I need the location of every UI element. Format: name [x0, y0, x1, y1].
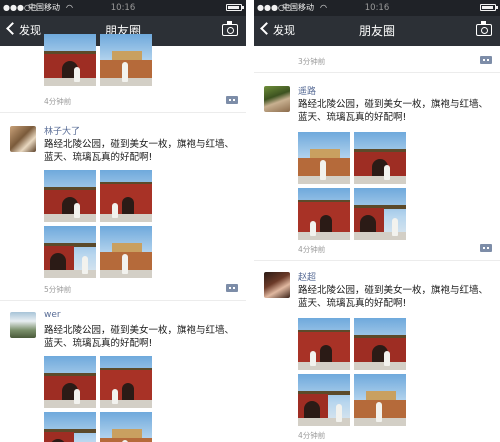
post-photo[interactable]	[354, 188, 406, 240]
post-photo[interactable]	[44, 34, 96, 86]
comment-icon[interactable]	[226, 284, 238, 292]
status-bar: ●●●○○ 中国移动 ◠ 10:16	[0, 0, 246, 16]
post-photo[interactable]	[298, 188, 350, 240]
camera-icon[interactable]	[476, 21, 492, 36]
post-photo[interactable]	[44, 412, 96, 442]
moments-feed[interactable]: 3分钟前 遥路 路经北陵公园，碰到美女一枚，旗袍与红墙、蓝天、琉璃瓦真的好配啊!…	[254, 46, 500, 442]
post-photo[interactable]	[44, 356, 96, 408]
post-time: 5分钟前	[44, 285, 72, 294]
post-text: 路经北陵公园，碰到美女一枚，旗袍与红墙、蓝天、琉璃瓦真的好配啊!	[298, 285, 489, 309]
nav-bar: 发现 朋友圈	[254, 16, 500, 46]
divider	[0, 300, 246, 301]
clock: 10:16	[364, 3, 390, 13]
clock: 10:16	[110, 3, 136, 13]
post-photo[interactable]	[298, 132, 350, 184]
avatar[interactable]	[10, 126, 36, 152]
post-time: 4分钟前	[298, 245, 326, 254]
post-author[interactable]: 林子大了	[44, 124, 80, 137]
avatar[interactable]	[10, 312, 36, 338]
left-phone-screen: ●●●○○ 中国移动 ◠ 10:16 发现 朋友圈 4分钟前 林子大了 路经北陵…	[0, 0, 246, 442]
avatar[interactable]	[264, 86, 290, 112]
post-author[interactable]: 赵超	[298, 270, 316, 283]
battery-icon	[226, 4, 244, 11]
post-photo[interactable]	[298, 374, 350, 426]
post-photo[interactable]	[100, 356, 152, 408]
post-time: 3分钟前	[298, 57, 326, 66]
divider	[0, 112, 246, 113]
divider	[254, 72, 500, 73]
post-text: 路经北陵公园，碰到美女一枚，旗袍与红墙、蓝天、琉璃瓦真的好配啊!	[44, 139, 235, 163]
post-text: 路经北陵公园，碰到美女一枚，旗袍与红墙、蓝天、琉璃瓦真的好配啊!	[44, 325, 235, 349]
moments-feed[interactable]: 4分钟前 林子大了 路经北陵公园，碰到美女一枚，旗袍与红墙、蓝天、琉璃瓦真的好配…	[0, 34, 246, 442]
camera-icon[interactable]	[222, 21, 238, 36]
divider	[254, 260, 500, 261]
post-photo[interactable]	[354, 318, 406, 370]
comment-icon[interactable]	[226, 96, 238, 104]
post-photo[interactable]	[100, 226, 152, 278]
comment-icon[interactable]	[480, 244, 492, 252]
post-photo[interactable]	[100, 412, 152, 442]
post-photo[interactable]	[354, 132, 406, 184]
screen-divider	[246, 0, 254, 442]
post-author[interactable]: wer	[44, 310, 61, 320]
post-text: 路经北陵公园，碰到美女一枚，旗袍与红墙、蓝天、琉璃瓦真的好配啊!	[298, 99, 489, 123]
status-bar: ●●●○○ 中国移动 ◠ 10:16	[254, 0, 500, 16]
post-photo[interactable]	[44, 170, 96, 222]
avatar[interactable]	[264, 272, 290, 298]
post-photo[interactable]	[100, 34, 152, 86]
page-title: 朋友圈	[358, 24, 395, 38]
post-photo[interactable]	[100, 170, 152, 222]
right-phone-screen: ●●●○○ 中国移动 ◠ 10:16 发现 朋友圈 3分钟前 遥路 路经北陵公园…	[254, 0, 500, 442]
post-photo[interactable]	[44, 226, 96, 278]
post-photo[interactable]	[354, 374, 406, 426]
comment-icon[interactable]	[480, 56, 492, 64]
post-time: 4分钟前	[44, 97, 72, 106]
post-photo[interactable]	[298, 318, 350, 370]
post-time: 4分钟前	[298, 431, 326, 440]
post-author[interactable]: 遥路	[298, 84, 316, 97]
battery-icon	[480, 4, 498, 11]
